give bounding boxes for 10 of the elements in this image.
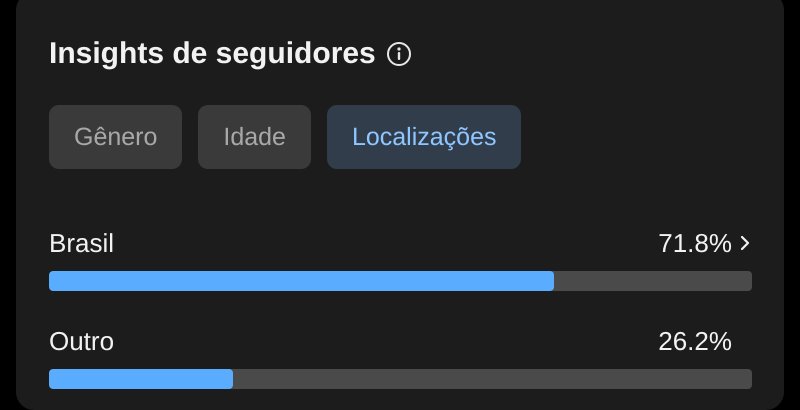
location-percentage: 26.2% (658, 325, 732, 357)
filter-tab[interactable]: Localizações (326, 105, 522, 169)
info-icon[interactable] (386, 41, 412, 67)
filter-tab[interactable]: Idade (198, 105, 311, 169)
location-percentage: 71.8% (658, 227, 732, 259)
chevron-right-icon[interactable] (738, 233, 752, 253)
location-name: Brasil (49, 227, 114, 259)
card-title: Insights de seguidores (49, 36, 376, 72)
location-name: Outro (49, 325, 114, 357)
filter-tab[interactable]: Gênero (49, 105, 182, 169)
